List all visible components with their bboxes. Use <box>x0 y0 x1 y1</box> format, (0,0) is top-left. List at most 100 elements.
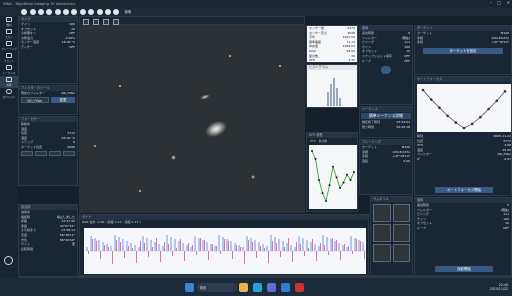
image-statistics-panel: センサー幅 5472 センサー高さ 3648 平均 1462.56 標準偏差 71.13… <box>306 25 358 63</box>
fit-icon[interactable] <box>103 18 109 25</box>
store-icon[interactable] <box>267 282 277 292</box>
window-title: NINA - Nighttime Imaging 'N' Astronomy <box>3 1 76 6</box>
taskbar: 検索 22:49 2025/11/22 <box>0 278 512 296</box>
histogram-bar <box>330 84 332 106</box>
minimize-button[interactable]: – <box>490 0 492 5</box>
target-dec-row: 赤緯 +47°18'14" <box>417 40 509 45</box>
autofocus-graph <box>417 84 511 132</box>
sequence-panel: シーケンス 簡単シーケンス詳細 推定終了時刻 23:54:01 残り時間 00:45… <box>359 106 413 138</box>
sidebar: 機材 スカイ フレーミング フラット シーケンス 撮像 オプション <box>0 16 18 278</box>
zoom-out-icon[interactable] <box>93 18 99 25</box>
flat-icon <box>6 53 12 58</box>
sidebar-item-framing[interactable]: フレーミング <box>0 40 18 52</box>
sidebar-item-sky[interactable]: スカイ <box>0 28 18 40</box>
connect-camera-icon[interactable] <box>21 8 28 15</box>
connect-focuser-icon[interactable] <box>37 8 44 15</box>
autofocus-point <box>503 90 507 93</box>
hfr-point <box>353 171 355 174</box>
start-capture-button[interactable]: 撮影開始 <box>435 266 493 272</box>
connect-filter-icon[interactable] <box>29 8 36 15</box>
title-bar: NINA - Nighttime Imaging 'N' Astronomy –… <box>0 0 512 7</box>
star <box>279 65 281 67</box>
sidebar-item-flat[interactable]: フラット <box>0 52 18 64</box>
gear-icon <box>6 89 12 94</box>
thumbnail[interactable] <box>373 204 391 222</box>
nina-icon[interactable] <box>295 282 305 292</box>
imaging-loop-row[interactable]: ループ OFF <box>360 59 412 64</box>
sidebar-item-equipment[interactable]: 機材 <box>0 16 18 28</box>
zoom-in-icon[interactable] <box>83 18 89 25</box>
hfr-history-panel: HFR 履歴 HFR 星の数 <box>306 132 358 212</box>
autofocus-graph-background <box>417 84 511 132</box>
camera-dither-row[interactable]: ディザー OFF <box>19 45 77 50</box>
connect-flat-icon[interactable] <box>104 8 111 15</box>
filter-select[interactable]: NO_Filter <box>21 96 49 103</box>
framing-rotation-row: 回転 0.00 <box>362 158 410 163</box>
windows-icon[interactable] <box>185 282 195 292</box>
sidebar-item-imaging[interactable]: 撮像 <box>0 76 18 88</box>
autofocus-point <box>446 114 449 118</box>
hfr-point <box>332 165 334 168</box>
connect-weather-icon[interactable] <box>79 8 86 15</box>
thumbnail[interactable] <box>392 224 410 242</box>
connect-all-icon[interactable] <box>113 8 120 15</box>
sidebar-item-sequence[interactable]: シーケンス <box>0 64 18 76</box>
start-capture-icon[interactable] <box>381 66 391 75</box>
thumbnail[interactable] <box>373 244 391 262</box>
star <box>229 55 231 57</box>
connect-dome-icon[interactable] <box>88 8 95 15</box>
hfr-point <box>342 181 345 184</box>
edge-icon[interactable] <box>253 282 263 292</box>
connect-mount-icon[interactable] <box>54 8 61 15</box>
galaxy-ngc4217 <box>199 93 211 101</box>
focuser-move-out-fast-button[interactable] <box>62 150 75 156</box>
imaging-quick-panel: 撮像 露出時間 5 フィルター (現在) ビニング 1x1 ゲイン 100 オフセット 1… <box>414 197 512 276</box>
focuser-move-in-fast-button[interactable] <box>21 150 34 156</box>
histogram-bar <box>333 78 335 106</box>
close-button[interactable]: ✕ <box>507 0 510 5</box>
hfr-point <box>314 157 317 160</box>
sidebar-item-options[interactable]: オプション <box>0 88 18 100</box>
hfr-legend-stars: 星の数 <box>318 139 328 143</box>
image-toolbar <box>79 16 305 25</box>
connect-switch-icon[interactable] <box>71 8 78 15</box>
thumbnail[interactable] <box>392 204 410 222</box>
guider-graph <box>84 228 366 274</box>
power-icon[interactable] <box>4 256 13 265</box>
connect-safety-icon[interactable] <box>96 8 103 15</box>
connect-rotator-icon[interactable] <box>46 8 53 15</box>
maximize-button[interactable]: □ <box>497 0 501 5</box>
quick-loop-row[interactable]: ループ OFF <box>415 226 511 231</box>
telescope-icon <box>6 17 12 22</box>
active-tab-label: 撮像 <box>124 10 132 14</box>
stat-row: HFR 3.35 <box>309 58 355 63</box>
autofocus-point <box>421 88 425 92</box>
focuser-move-out-button[interactable] <box>48 150 62 156</box>
hfr-graph <box>309 145 357 209</box>
connect-guider-icon[interactable] <box>63 8 70 15</box>
set-target-button[interactable]: ターゲットを設定 <box>423 47 503 54</box>
image-preview[interactable] <box>79 25 305 213</box>
thumbnail[interactable] <box>392 244 410 262</box>
change-filter-button[interactable]: 変更 <box>51 96 75 103</box>
files-icon[interactable] <box>239 282 249 292</box>
star <box>139 190 141 192</box>
taskbar-search[interactable]: 検索 <box>196 282 237 292</box>
hfr-legend: HFR 星の数 <box>307 138 357 144</box>
thumbnail[interactable] <box>373 224 391 242</box>
af-r2-row: R² 0.97 <box>417 156 511 161</box>
mail-icon[interactable] <box>281 282 291 292</box>
hfr-point <box>349 178 352 181</box>
framing-icon <box>6 41 12 46</box>
focuser-panel: フォーカサー 移動中 温度 位置 5772 温度 -55.00 °C ステップ 0 タ… <box>18 116 78 186</box>
start-autofocus-button[interactable]: オートフォーカス開始 <box>435 187 493 193</box>
focuser-move-in-button[interactable] <box>34 150 48 156</box>
sequence-heading: 簡単シーケンス詳細 <box>361 113 411 119</box>
histogram-graph <box>327 78 341 106</box>
autofocus-point <box>462 126 466 130</box>
hfr-point <box>346 173 348 176</box>
autofocus-point <box>495 99 499 103</box>
crosshair-icon[interactable] <box>113 18 119 25</box>
hfr-point <box>335 176 338 179</box>
mount-flip-row: 反転時間 <box>21 246 34 251</box>
